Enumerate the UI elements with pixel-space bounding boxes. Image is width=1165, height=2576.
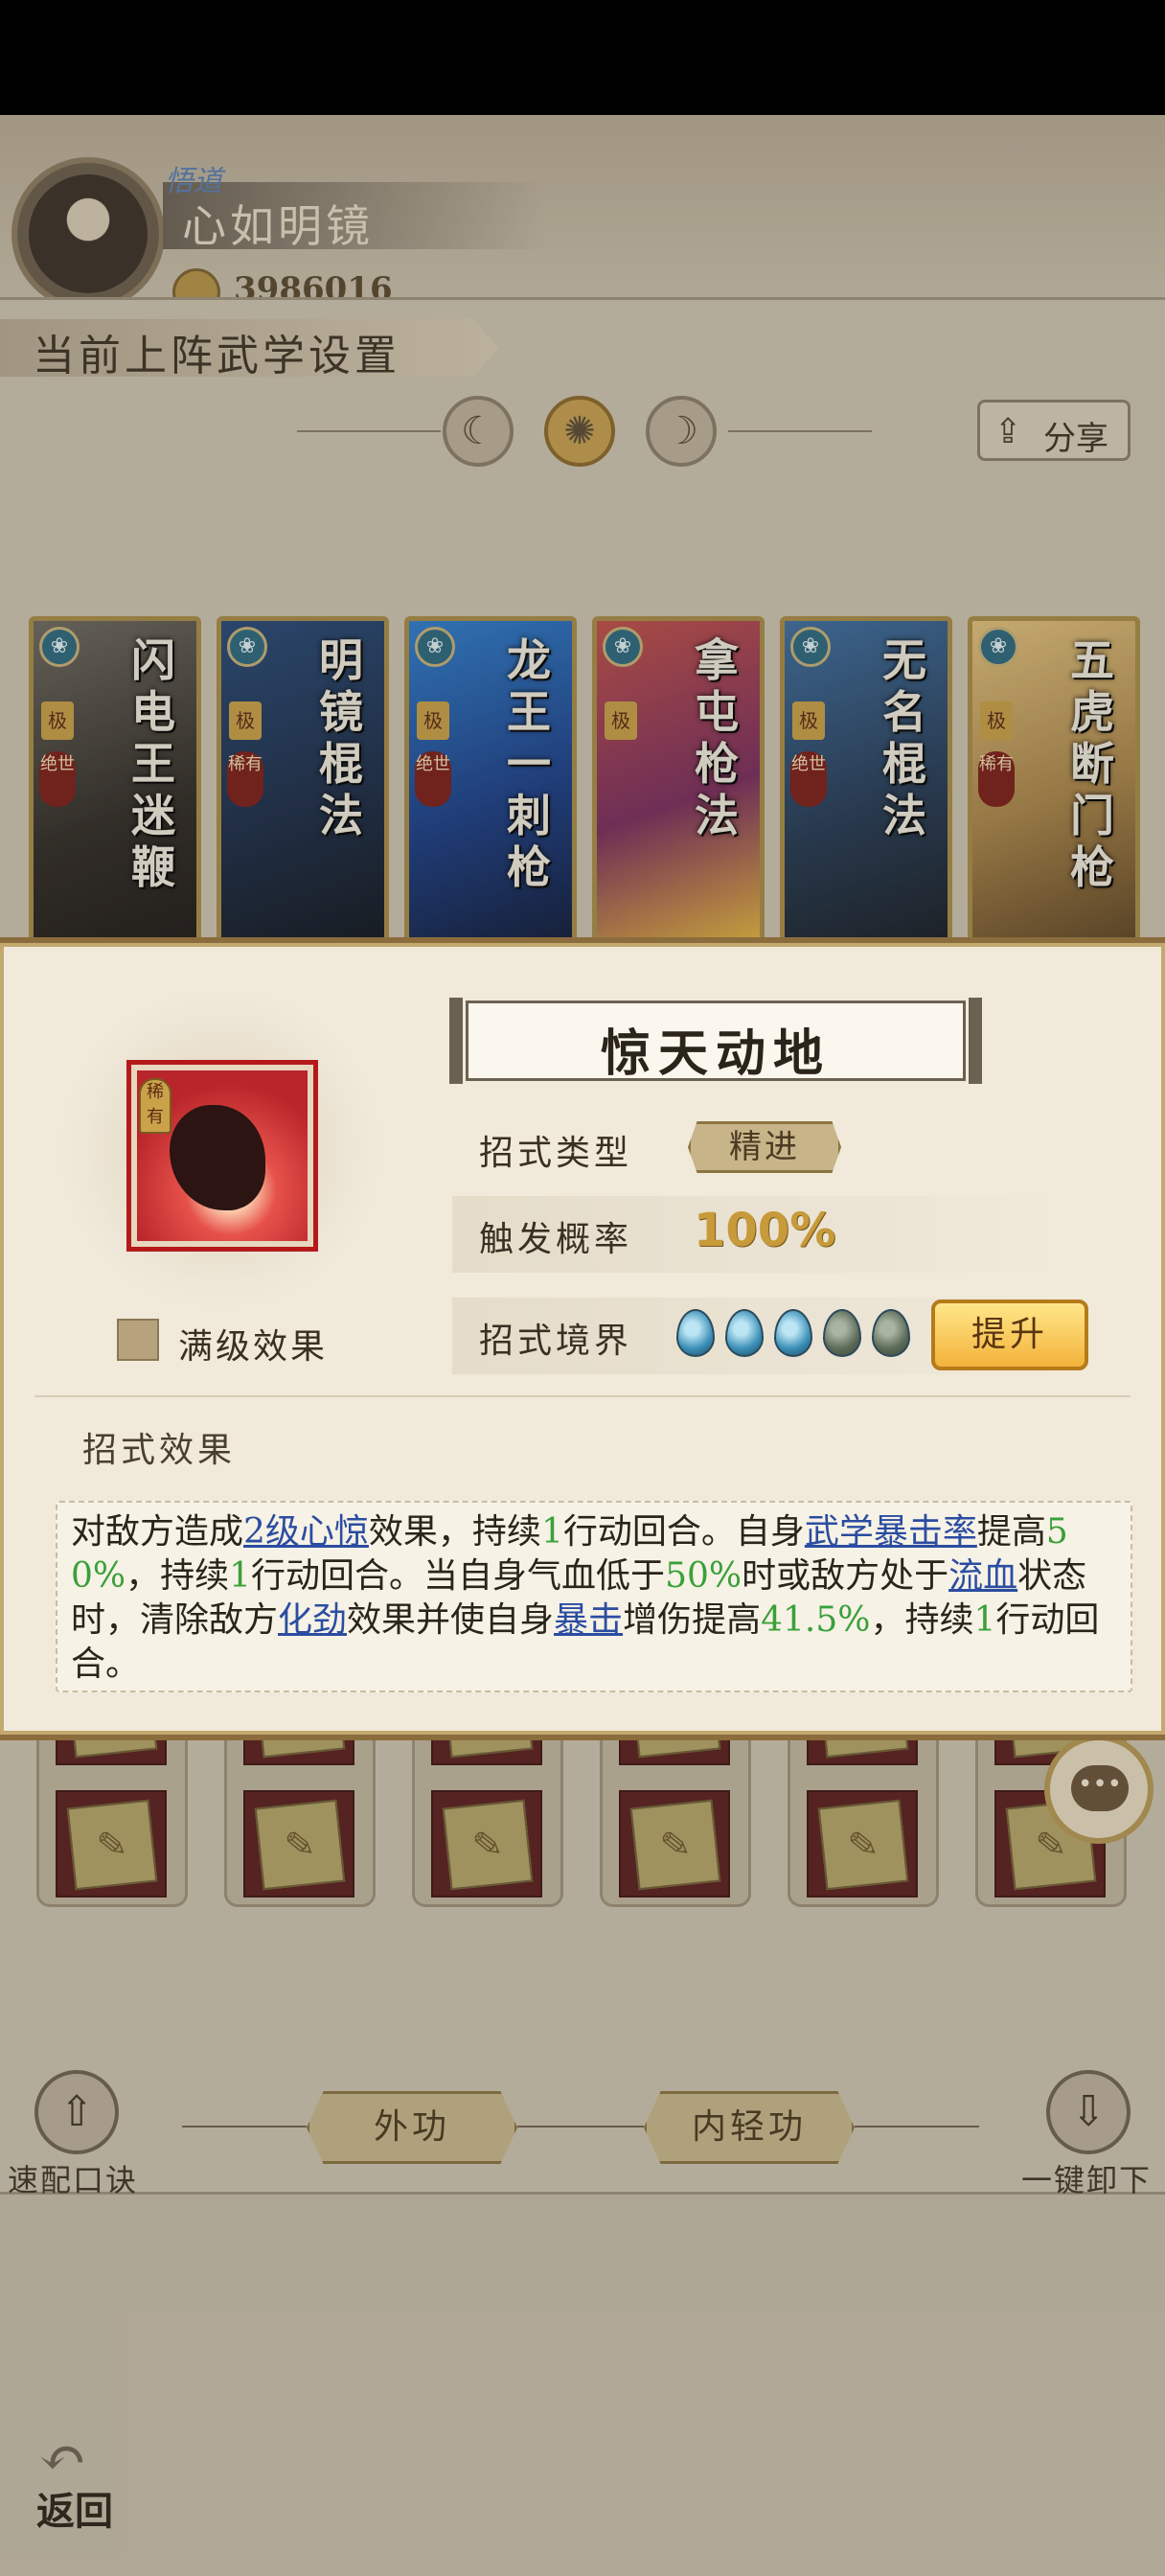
effect-number: 1	[973, 1600, 996, 1640]
effect-heading: 招式效果	[82, 1431, 237, 1470]
type-value: 精进	[729, 1128, 800, 1166]
upgrade-label: 提升	[971, 1315, 1048, 1354]
effect-text-run: 对敌方造成	[71, 1512, 244, 1552]
effect-description: 对敌方造成2级心惊效果，持续1行动回合。自身武学暴击率提高50%，持续1行动回合…	[71, 1510, 1115, 1687]
keyword-link[interactable]: 化劲	[278, 1600, 347, 1640]
keyword-link[interactable]: 流血	[948, 1556, 1017, 1596]
effect-number: 41.5%	[761, 1600, 871, 1640]
effect-number: 1	[229, 1556, 252, 1596]
effect-text-run: 效果并使自身	[347, 1600, 555, 1640]
effect-number: 50%	[665, 1556, 742, 1596]
effect-text-run: 增伤提高	[623, 1600, 762, 1640]
effect-text-run: 行动回合。自身	[562, 1512, 805, 1552]
skill-title: 惊天动地	[600, 1024, 831, 1083]
upgrade-button[interactable]: 提升	[931, 1300, 1088, 1370]
status-bar	[0, 0, 1165, 115]
rarity-badge: 稀有	[139, 1078, 171, 1134]
effect-text-run: ，持续	[126, 1556, 230, 1596]
effect-text-run: 提高	[976, 1512, 1046, 1552]
max-effect-label: 满级效果	[178, 1327, 329, 1367]
effect-text-run: 行动回合。当自身气血低于	[251, 1556, 666, 1596]
max-effect-checkbox[interactable]	[117, 1319, 159, 1361]
rate-label: 触发概率	[479, 1220, 633, 1259]
skill-icon: 稀有	[126, 1060, 318, 1252]
type-badge: 精进	[688, 1121, 841, 1173]
keyword-link[interactable]: 武学暴击率	[805, 1512, 977, 1552]
divider	[34, 1395, 1131, 1397]
skill-title-frame: 惊天动地	[449, 998, 982, 1084]
effect-box: 对敌方造成2级心惊效果，持续1行动回合。自身武学暴击率提高50%，持续1行动回合…	[56, 1501, 1132, 1692]
rate-value: 100%	[694, 1204, 836, 1257]
type-label: 招式类型	[479, 1134, 633, 1173]
effect-text-run: 时或敌方处于	[742, 1556, 949, 1596]
skill-detail-dialog: 稀有 满级效果 惊天动地 招式类型 精进 触发概率 100% 招式境界 提升 招…	[0, 937, 1165, 1740]
keyword-link[interactable]: 2级心惊	[243, 1512, 369, 1552]
keyword-link[interactable]: 暴击	[554, 1600, 623, 1640]
effect-number: 1	[540, 1512, 563, 1552]
effect-text-run: 效果，持续	[368, 1512, 541, 1552]
realm-label: 招式境界	[479, 1322, 633, 1361]
martial-arts-screen: 悟道 心如明镜 3986016 当前上阵武学设置 ☾ ✺ ☽ ⇪ 分享 ❀ 极 …	[0, 115, 1165, 2576]
effect-text-run: ，持续	[870, 1600, 974, 1640]
